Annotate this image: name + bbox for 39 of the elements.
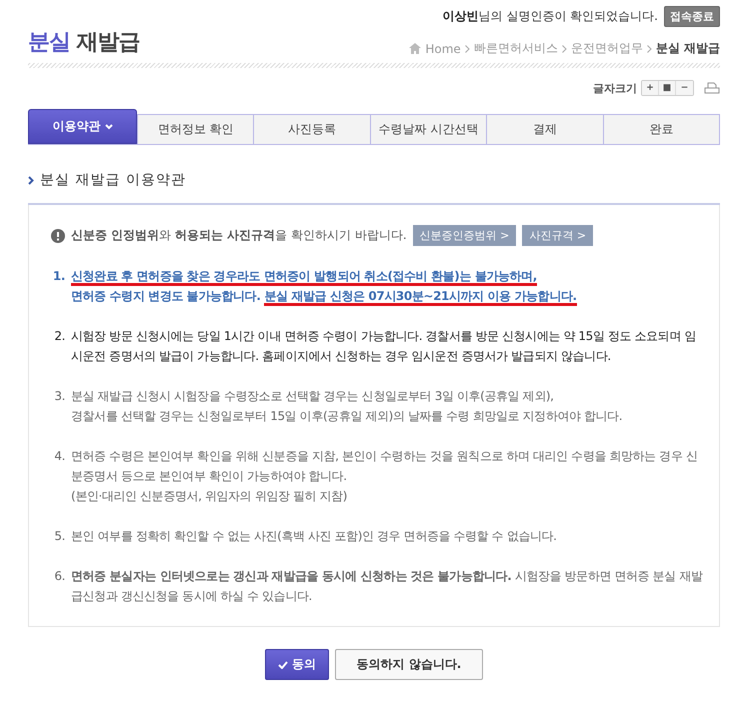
notice-text: 신분증 인정범위와 허용되는 사진규격을 확인하시기 바랍니다.: [71, 227, 407, 244]
item-number: 3.: [53, 388, 65, 405]
agree-button[interactable]: 동의: [265, 649, 329, 680]
font-size-button[interactable]: −: [676, 81, 693, 95]
login-message: 이상빈님의 실명인증이 확인되었습니다.: [442, 8, 658, 25]
breadcrumb-link[interactable]: 분실 재발급: [656, 40, 720, 57]
chevron-right-icon: [562, 44, 567, 52]
step-tab[interactable]: 면허정보 확인: [137, 115, 254, 144]
step-tab[interactable]: 이용약관: [28, 109, 137, 144]
term-text: 면허증 수령은 본인여부 확인을 위해 신분증을 지참, 본인이 수령하는 것을 원칙으로 하며 대리인 수령을 희망하는 경우 신분증명서 등으로 본인여부 확인이 가능하여야 합니다. (본인·대리인 신분증명서, 위임자의 위임장 필히 지참): [71, 448, 698, 505]
chevron-down-icon: [104, 124, 112, 130]
chevron-right-icon: [28, 176, 34, 184]
print-icon[interactable]: [704, 82, 720, 94]
disagree-button[interactable]: 동의하지 않습니다.: [335, 649, 483, 680]
term-text: 분실 재발급 신청시 시험장을 수령장소로 선택할 경우는 신청일로부터 3일 이후(공휴일 제외), 경찰서를 선택할 경우는 신청일로부터 15일 이후(공휴일 제외)의 날짜를 수령 희망일로 지정하여야 합니다.: [71, 388, 624, 425]
step-tab[interactable]: 완료: [602, 115, 720, 144]
term-text: 신청완료 후 면허증을 찾은 경우라도 면허증이 발행되어 취소(접수비 환불)는 불가능하며, 면허증 수령지 변경도 불가능합니다. 분실 재발급 신청은 07시30분~21시까지 이용 가능합니다.: [71, 266, 703, 306]
page-title: 분실 재발급: [28, 29, 140, 57]
check-icon: [278, 660, 288, 668]
step-tab[interactable]: 수령날짜 시간선택: [370, 115, 486, 144]
item-number: 1.: [52, 268, 65, 285]
chevron-right-icon: [464, 44, 470, 52]
exclamation-icon: [51, 228, 65, 242]
home-icon: [409, 43, 422, 54]
term-text: 본인 여부를 정확히 확인할 수 없는 사진(흑백 사진 포함)인 경우 면허증을 수령할 수 없습니다.: [71, 528, 558, 545]
term-text: 시험장 방문 신청시에는 당일 1시간 이내 면허증 수령이 가능합니다. 경찰서를 방문 신청시에는 약 15일 정도 소요되며 임시운전 증명서의 발급이 가능합니다. 홈페이지에서 신청하는 경우 임시운전 증명서가 발급되지 않습니다.: [71, 328, 697, 365]
item-number: 4.: [53, 448, 65, 465]
step-tab[interactable]: 사진등록: [253, 115, 370, 144]
logout-button[interactable]: 접속종료: [664, 6, 720, 27]
font-size-button[interactable]: ■: [659, 81, 676, 95]
item-number: 5.: [53, 528, 65, 545]
item-number: 6.: [53, 568, 65, 585]
step-tab[interactable]: 결제: [486, 115, 603, 144]
chevron-right-icon: [646, 44, 652, 52]
item-number: 2.: [53, 328, 65, 345]
section-title: 분실 재발급 이용약관: [40, 171, 186, 189]
font-size-label: 글자크기: [593, 80, 637, 96]
font-size-button[interactable]: +: [642, 81, 659, 95]
term-text: 면허증 분실자는 인터넷으로는 갱신과 재발급을 동시에 신청하는 것은 불가능합니다. 시험장을 방문하면 면허증 분실 재발급신청과 갱신신청을 동시에 하실 수 있습니다.: [71, 568, 703, 605]
